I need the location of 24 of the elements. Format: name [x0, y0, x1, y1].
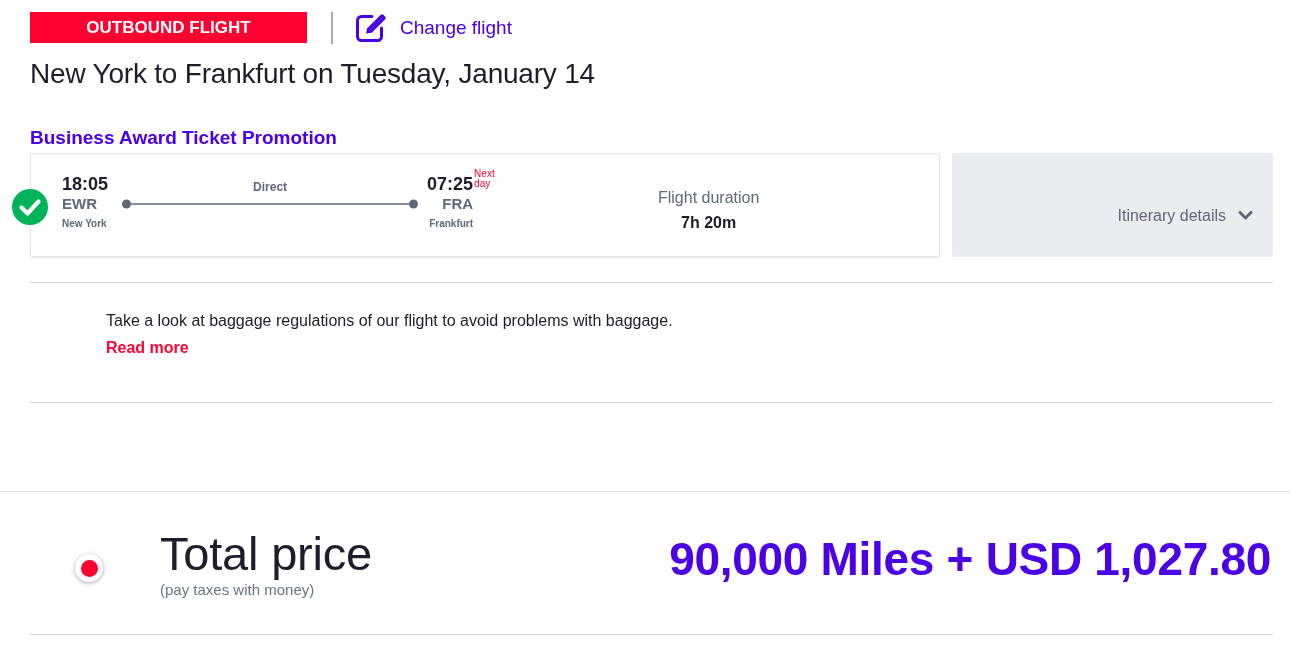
- departure-time: 18:05: [62, 173, 109, 195]
- radio-button[interactable]: [75, 554, 103, 582]
- total-price-label: Total price: [160, 529, 372, 579]
- arrival-time: 07:25: [427, 173, 474, 195]
- arrival-airport-code: FRA: [442, 195, 474, 213]
- duration-label: Flight duration: [657, 188, 760, 208]
- change-flight-link[interactable]: Change flight: [355, 13, 512, 42]
- flight-direction-badge: OUTBOUND FLIGHT: [30, 12, 307, 43]
- next-day-note: Next day: [474, 169, 495, 189]
- departure-dot: [122, 199, 132, 209]
- total-price-amount: 90,000 Miles + USD 1,027.80: [669, 534, 1271, 584]
- departure-airport-code: EWR: [62, 195, 98, 213]
- read-more-link[interactable]: Read more: [106, 337, 189, 359]
- arrival-dot: [409, 199, 419, 209]
- stops-label: Direct: [253, 179, 288, 195]
- arrival-city: Frankfurt: [429, 218, 474, 230]
- departure-city: New York: [62, 218, 108, 230]
- fare-name: Business Award Ticket Promotion: [30, 126, 337, 150]
- page-title: New York to Frankfurt on Tuesday, January 14: [30, 57, 595, 91]
- duration-value: 7h 20m: [681, 213, 737, 233]
- baggage-info-text: Take a look at baggage regulations of our flight to avoid problems with baggage.: [106, 311, 673, 331]
- payment-note: (pay taxes with money): [160, 581, 315, 599]
- itinerary-details-button[interactable]: Itinerary details: [952, 153, 1273, 257]
- edit-icon: [355, 13, 388, 42]
